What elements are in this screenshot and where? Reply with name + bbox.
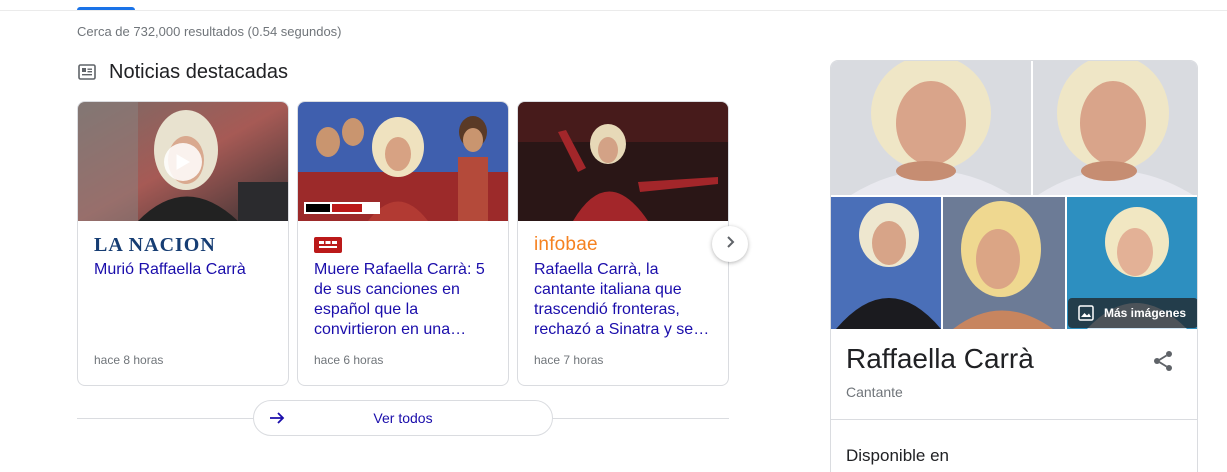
top-stories-title: Noticias destacadas — [109, 60, 288, 83]
kp-divider — [831, 419, 1197, 420]
news-headline[interactable]: Rafaella Carrà, la cantante italiana que… — [534, 260, 716, 340]
see-all-label: Ver todos — [373, 410, 433, 426]
kp-subtitle: Cantante — [846, 384, 903, 400]
kp-image[interactable] — [943, 197, 1065, 329]
source-logo-lanacion: LA NACION — [94, 234, 216, 256]
bbc-news-logo — [314, 237, 342, 253]
share-icon[interactable] — [1151, 349, 1175, 373]
knowledge-panel: Más imágenes Raffaella Carrà Cantante Di… — [830, 60, 1198, 472]
source-name: infobae — [534, 234, 598, 255]
news-headline[interactable]: Murió Raffaella Carrà — [94, 260, 276, 280]
news-age: hace 6 horas — [314, 353, 384, 367]
kp-title: Raffaella Carrà — [846, 343, 1034, 374]
active-tab-indicator — [77, 7, 135, 10]
news-thumbnail — [298, 102, 508, 221]
arrow-right-icon — [268, 409, 286, 427]
news-headline[interactable]: Muere Rafaella Carrà: 5 de sus canciones… — [314, 260, 496, 340]
news-thumbnail — [78, 102, 288, 221]
more-images-label: Más imágenes — [1104, 306, 1187, 320]
chevron-right-icon — [724, 235, 736, 253]
source-name: LA NACION — [94, 233, 216, 256]
news-age: hace 7 horas — [534, 353, 604, 367]
see-all-button[interactable]: Ver todos — [253, 400, 553, 436]
news-thumbnail — [518, 102, 728, 221]
carousel-next-button[interactable] — [712, 226, 748, 262]
kp-image[interactable] — [831, 61, 1031, 195]
tabs-divider — [0, 10, 1227, 11]
result-stats: Cerca de 732,000 resultados (0.54 segund… — [77, 24, 342, 39]
kp-image[interactable] — [831, 197, 941, 329]
source-logo-infobae: infobae — [534, 234, 598, 256]
image-icon — [1078, 305, 1094, 321]
kp-available-on-heading: Disponible en — [846, 446, 950, 465]
news-card-infobae[interactable]: infobae Rafaella Carrà, la cantante ital… — [517, 101, 729, 386]
top-stories-header: Noticias destacadas — [77, 58, 288, 86]
source-logo-bbc — [314, 234, 342, 256]
kp-image[interactable] — [1033, 61, 1197, 195]
more-images-button[interactable]: Más imágenes — [1068, 298, 1197, 328]
newspaper-icon — [77, 62, 97, 82]
news-card-bbc[interactable]: Muere Rafaella Carrà: 5 de sus canciones… — [297, 101, 509, 386]
news-card-lanacion[interactable]: LA NACION Murió Raffaella Carrà hace 8 h… — [77, 101, 289, 386]
news-age: hace 8 horas — [94, 353, 164, 367]
play-icon[interactable] — [164, 143, 202, 181]
